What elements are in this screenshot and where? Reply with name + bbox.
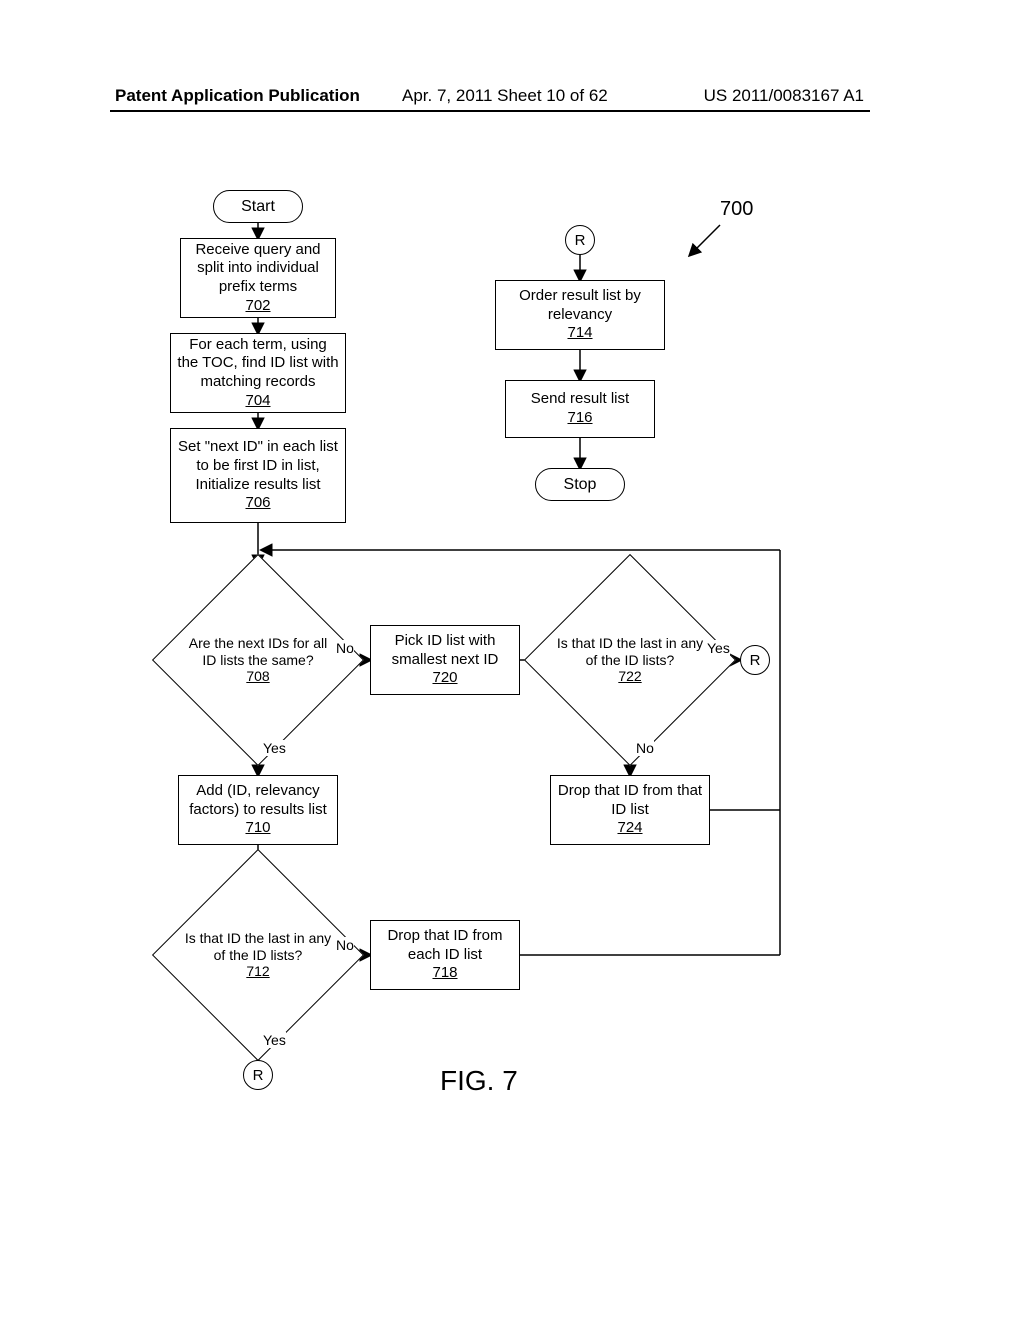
terminator-stop: Stop <box>535 468 625 501</box>
process-720-num: 720 <box>432 669 457 688</box>
decision-712-num: 712 <box>246 963 269 980</box>
process-702-text: Receive query and split into individual … <box>187 241 329 297</box>
process-716-text: Send result list <box>531 390 629 409</box>
process-710: Add (ID, relevancy factors) to results l… <box>178 775 338 845</box>
header-left: Patent Application Publication <box>115 86 360 106</box>
connector-r-right: R <box>740 645 770 675</box>
label-yes-708: Yes <box>263 740 286 756</box>
process-704: For each term, using the TOC, find ID li… <box>170 333 346 413</box>
decision-722-text: Is that ID the last in any of the ID lis… <box>555 635 705 669</box>
reference-numeral-700: 700 <box>720 198 753 221</box>
process-720: Pick ID list with smallest next ID 720 <box>370 625 520 695</box>
decision-722: Is that ID the last in any of the ID lis… <box>555 585 705 735</box>
process-704-num: 704 <box>245 392 270 411</box>
decision-708-num: 708 <box>246 668 269 685</box>
flowchart-canvas: Start Receive query and split into indiv… <box>0 180 1024 1180</box>
header-rule <box>110 110 870 112</box>
figure-label: FIG. 7 <box>440 1065 518 1097</box>
header-right: US 2011/0083167 A1 <box>704 86 864 106</box>
decision-708-text: Are the next IDs for all ID lists the sa… <box>183 635 333 669</box>
header-center: Apr. 7, 2011 Sheet 10 of 62 <box>402 86 608 106</box>
label-no-708: No <box>336 640 354 656</box>
process-706-text: Set "next ID" in each list to be first I… <box>177 438 339 494</box>
decision-712: Is that ID the last in any of the ID lis… <box>183 880 333 1030</box>
process-718: Drop that ID from each ID list 718 <box>370 920 520 990</box>
connector-r-bottom: R <box>243 1060 273 1090</box>
process-718-text: Drop that ID from each ID list <box>377 927 513 965</box>
process-704-text: For each term, using the TOC, find ID li… <box>177 336 339 392</box>
terminator-start: Start <box>213 190 303 223</box>
process-710-text: Add (ID, relevancy factors) to results l… <box>185 782 331 820</box>
process-706-num: 706 <box>245 494 270 513</box>
process-724-text: Drop that ID from that ID list <box>557 782 703 820</box>
process-716: Send result list 716 <box>505 380 655 438</box>
label-yes-712: Yes <box>263 1032 286 1048</box>
process-724-num: 724 <box>617 819 642 838</box>
decision-712-text: Is that ID the last in any of the ID lis… <box>183 930 333 964</box>
process-714: Order result list by relevancy 714 <box>495 280 665 350</box>
process-716-num: 716 <box>567 409 592 428</box>
label-no-712: No <box>336 937 354 953</box>
process-718-num: 718 <box>432 964 457 983</box>
decision-722-num: 722 <box>618 668 641 685</box>
process-710-num: 710 <box>245 819 270 838</box>
process-706: Set "next ID" in each list to be first I… <box>170 428 346 523</box>
process-720-text: Pick ID list with smallest next ID <box>377 632 513 670</box>
process-724: Drop that ID from that ID list 724 <box>550 775 710 845</box>
label-no-722: No <box>636 740 654 756</box>
decision-708: Are the next IDs for all ID lists the sa… <box>183 585 333 735</box>
connector-r-top: R <box>565 225 595 255</box>
process-702: Receive query and split into individual … <box>180 238 336 318</box>
process-714-text: Order result list by relevancy <box>502 287 658 325</box>
process-714-num: 714 <box>567 324 592 343</box>
label-yes-722: Yes <box>707 640 730 656</box>
process-702-num: 702 <box>245 297 270 316</box>
